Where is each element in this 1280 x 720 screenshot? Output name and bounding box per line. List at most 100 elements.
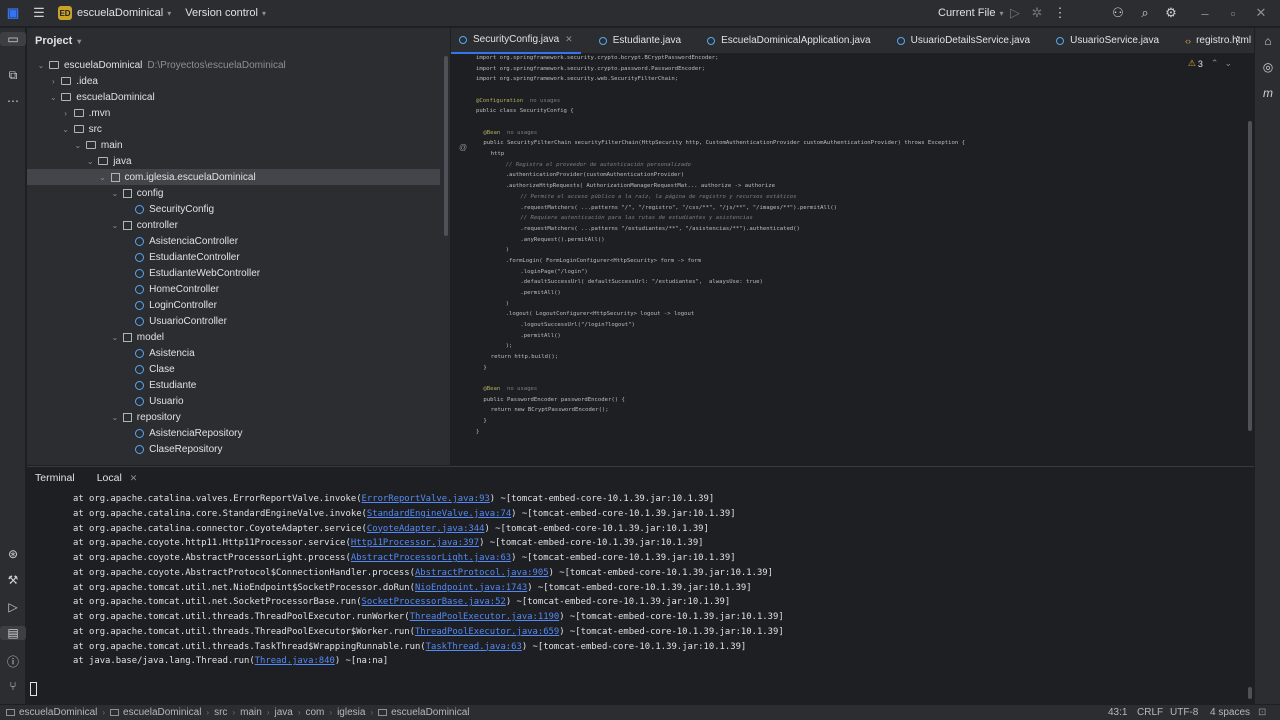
editor-tabs-more-icon[interactable]: ⋮ bbox=[1232, 34, 1243, 47]
tree-item[interactable]: › .mvn bbox=[27, 105, 440, 121]
minimize-icon[interactable]: – bbox=[1192, 6, 1218, 21]
tree-item[interactable]: ⌄ src bbox=[27, 121, 440, 137]
cursor-position[interactable]: 43:1 bbox=[1108, 707, 1127, 718]
build-tool-icon[interactable]: ⚒ bbox=[0, 573, 26, 587]
close-icon[interactable]: ✕ bbox=[565, 34, 573, 45]
usage-hint[interactable]: no usages bbox=[507, 386, 537, 392]
terminal-cursor[interactable] bbox=[30, 682, 37, 696]
chevron-down-icon[interactable]: ⌄ bbox=[60, 125, 72, 134]
editor-tab[interactable]: UsuarioService.java bbox=[1048, 28, 1167, 54]
breadcrumb-item[interactable]: src bbox=[214, 707, 227, 718]
more-actions-icon[interactable]: ⋮ bbox=[1047, 5, 1073, 21]
source-link[interactable]: TaskThread.java:63 bbox=[426, 642, 522, 652]
chevron-down-icon[interactable]: ⌄ bbox=[97, 173, 109, 182]
source-link[interactable]: AbstractProcessorLight.java:63 bbox=[351, 553, 511, 563]
terminal-tool-icon[interactable]: ▤ bbox=[0, 626, 26, 640]
tree-scrollbar[interactable] bbox=[444, 56, 448, 236]
indent-setting[interactable]: 4 spaces bbox=[1210, 707, 1250, 718]
chevron-down-icon[interactable]: ⌄ bbox=[84, 157, 96, 166]
tree-item[interactable]: Clase bbox=[27, 361, 440, 377]
breadcrumb-item[interactable]: iglesia bbox=[337, 707, 365, 718]
add-user-icon[interactable]: ⚇ bbox=[1105, 5, 1131, 21]
inspection-widget[interactable]: ⚠ 3 ⌃ ⌄ bbox=[1188, 58, 1232, 69]
vcs-menu[interactable]: Version control ▾ bbox=[185, 0, 266, 27]
chevron-right-icon[interactable]: › bbox=[47, 77, 59, 86]
chevron-down-icon[interactable]: ⌄ bbox=[109, 333, 121, 342]
source-link[interactable]: ErrorReportValve.java:93 bbox=[362, 494, 490, 504]
editor-tab[interactable]: UsuarioDetailsService.java bbox=[889, 28, 1039, 54]
project-tool-icon[interactable]: ▭ bbox=[0, 32, 26, 46]
chevron-down-icon[interactable]: ⌄ bbox=[109, 413, 121, 422]
terminal-scrollbar[interactable] bbox=[1248, 687, 1252, 699]
close-icon[interactable]: ✕ bbox=[130, 473, 138, 484]
search-icon[interactable]: ⌕ bbox=[1132, 5, 1158, 21]
tree-item[interactable]: LoginController bbox=[27, 297, 440, 313]
tree-item[interactable]: ClaseRepository bbox=[27, 441, 440, 457]
breadcrumb-item[interactable]: escuelaDominical bbox=[378, 707, 469, 718]
lock-icon[interactable]: ⊡ bbox=[1258, 707, 1266, 718]
editor-tab[interactable]: ‹› registro.html bbox=[1177, 28, 1259, 54]
source-link[interactable]: StandardEngineValve.java:74 bbox=[367, 509, 511, 519]
tree-item[interactable]: › .idea bbox=[27, 73, 440, 89]
tree-item[interactable]: ⌄ model bbox=[27, 329, 440, 345]
tree-item[interactable]: EstudianteWebController bbox=[27, 265, 440, 281]
services-tool-icon[interactable]: ⊛ bbox=[0, 547, 26, 561]
editor-tab[interactable]: EscuelaDominicalApplication.java bbox=[699, 28, 879, 54]
tree-item[interactable]: Usuario bbox=[27, 393, 440, 409]
source-link[interactable]: ThreadPoolExecutor.java:659 bbox=[415, 627, 559, 637]
breadcrumb-item[interactable]: escuelaDominical bbox=[110, 707, 201, 718]
chevron-down-icon[interactable]: ⌄ bbox=[35, 61, 47, 70]
code-editor[interactable]: ⚠ 3 ⌃ ⌄ @ import org.springframework.sec… bbox=[451, 55, 1254, 460]
bean-gutter-icon[interactable]: @ bbox=[459, 143, 467, 152]
breadcrumb-item[interactable]: com bbox=[306, 707, 325, 718]
tree-item[interactable]: ⌄ config bbox=[27, 185, 440, 201]
breadcrumb-item[interactable]: escuelaDominical bbox=[6, 707, 97, 718]
tree-item[interactable]: UsuarioController bbox=[27, 313, 440, 329]
structure-tool-icon[interactable]: ⧉ bbox=[0, 68, 26, 83]
tree-item[interactable]: ⌄ main bbox=[27, 137, 440, 153]
source-link[interactable]: Http11Processor.java:397 bbox=[351, 538, 479, 548]
usage-hint[interactable]: no usages bbox=[507, 130, 537, 136]
usage-hint[interactable]: no usages bbox=[530, 98, 560, 104]
chevron-right-icon[interactable]: › bbox=[60, 109, 72, 118]
source-link[interactable]: CoyoteAdapter.java:344 bbox=[367, 524, 485, 534]
breadcrumb-item[interactable]: main bbox=[240, 707, 262, 718]
editor-tab[interactable]: Estudiante.java bbox=[591, 28, 689, 54]
tree-item[interactable]: ⌄ escuelaDominical D:\Proyectos\escuelaDom… bbox=[27, 57, 440, 73]
tree-item[interactable]: AsistenciaRepository bbox=[27, 425, 440, 441]
source-link[interactable]: Thread.java:840 bbox=[255, 656, 335, 666]
tree-item[interactable]: Asistencia bbox=[27, 345, 440, 361]
tree-item[interactable]: AsistenciaController bbox=[27, 233, 440, 249]
run-tool-icon[interactable]: ▷ bbox=[0, 600, 26, 614]
source-link[interactable]: AbstractProtocol.java:905 bbox=[415, 568, 549, 578]
database-icon[interactable]: ◎ bbox=[1255, 60, 1280, 74]
maven-icon[interactable]: m bbox=[1255, 86, 1280, 100]
run-config-selector[interactable]: Current File ▾ bbox=[938, 0, 1003, 27]
chevron-down-icon[interactable]: ⌄ bbox=[109, 221, 121, 230]
chevron-down-icon[interactable]: ⌄ bbox=[109, 189, 121, 198]
more-tools-icon[interactable]: ⋯ bbox=[0, 94, 26, 108]
tree-item[interactable]: HomeController bbox=[27, 281, 440, 297]
file-encoding[interactable]: UTF-8 bbox=[1170, 707, 1198, 718]
tree-item[interactable]: ⌄ escuelaDominical bbox=[27, 89, 440, 105]
source-link[interactable]: SocketProcessorBase.java:52 bbox=[362, 597, 506, 607]
source-link[interactable]: NioEndpoint.java:1743 bbox=[415, 583, 527, 593]
tab-local[interactable]: Local ✕ bbox=[97, 472, 138, 484]
chevron-down-icon[interactable]: ⌄ bbox=[47, 93, 59, 102]
tree-item[interactable]: ⌄ controller bbox=[27, 217, 440, 233]
chevron-down-icon[interactable]: ⌄ bbox=[72, 141, 84, 150]
tree-item[interactable]: EstudianteController bbox=[27, 249, 440, 265]
editor-scrollbar[interactable] bbox=[1248, 121, 1252, 431]
main-menu-icon[interactable]: ☰ bbox=[26, 5, 52, 21]
maximize-icon[interactable]: ▫ bbox=[1220, 6, 1246, 21]
tree-item[interactable]: ⌄ com.iglesia.escuelaDominical bbox=[27, 169, 440, 185]
tree-item[interactable]: Estudiante bbox=[27, 377, 440, 393]
gear-icon[interactable]: ⚙ bbox=[1158, 5, 1184, 21]
tree-item[interactable]: SecurityConfig bbox=[27, 201, 440, 217]
line-separator[interactable]: CRLF bbox=[1137, 707, 1163, 718]
tree-item[interactable]: ⌄ java bbox=[27, 153, 440, 169]
git-tool-icon[interactable]: ⑂ bbox=[0, 679, 26, 693]
close-icon[interactable]: ✕ bbox=[1248, 5, 1274, 21]
project-switcher[interactable]: ED escuelaDominical ▾ bbox=[58, 0, 171, 27]
tree-item[interactable]: ⌄ repository bbox=[27, 409, 440, 425]
